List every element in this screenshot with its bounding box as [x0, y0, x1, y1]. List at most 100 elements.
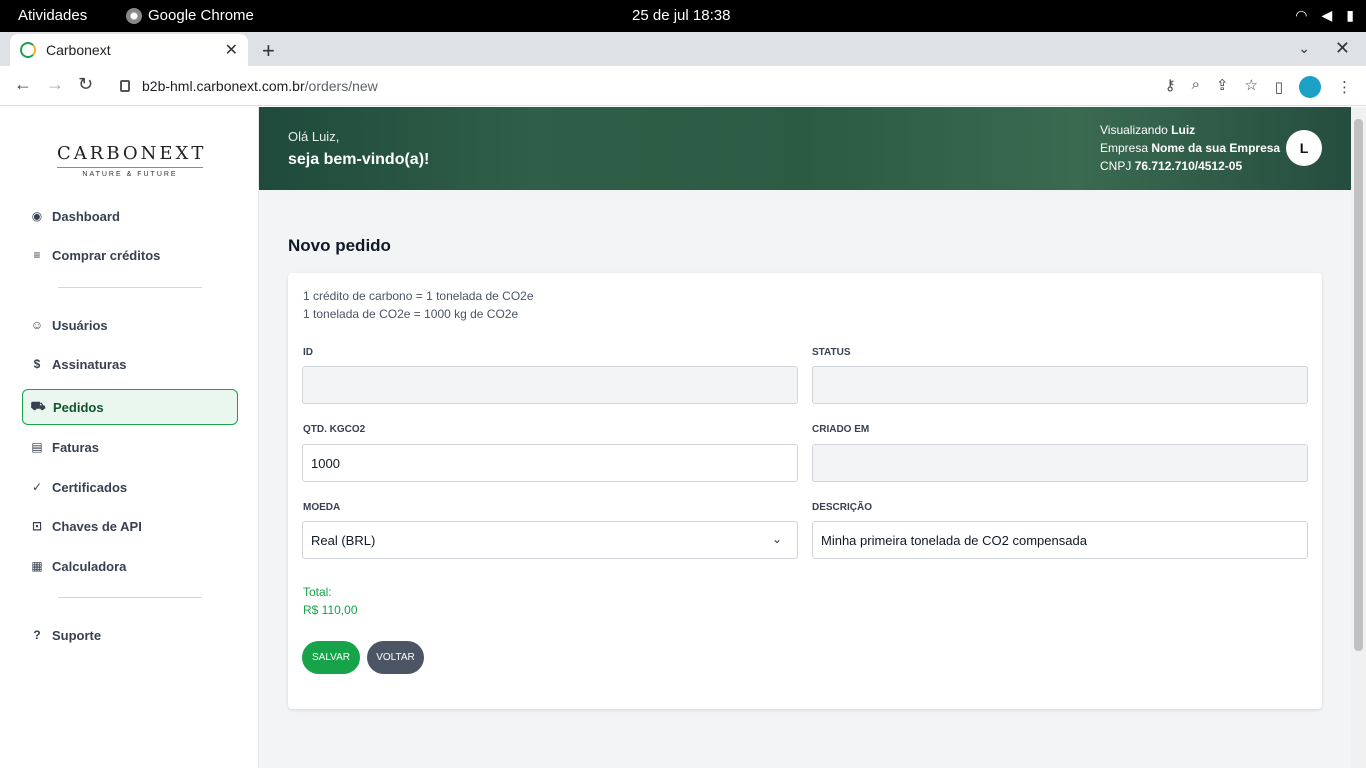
sidebar-item-dashboard[interactable]: ◉ Dashboard	[22, 198, 238, 234]
status-field[interactable]	[812, 366, 1308, 404]
welcome-message: seja bem-vindo(a)!	[288, 151, 430, 168]
sidebar-item-label: Usuários	[52, 317, 108, 333]
users-icon: ☺	[30, 318, 44, 332]
back-arrow-icon[interactable]: ←	[14, 74, 32, 95]
viewing-label: Visualizando	[1100, 123, 1168, 137]
quantity-label: QTD. KGCO2	[303, 424, 366, 435]
currency-select[interactable]: Real (BRL)	[302, 521, 798, 559]
back-button[interactable]: VOLTAR	[367, 641, 424, 674]
browser-toolbar: ← → ↻ b2b-hml.carbonext.com.br/orders/ne…	[0, 66, 1366, 106]
tab-title: Carbonext	[46, 42, 111, 58]
page-scrollbar[interactable]	[1351, 107, 1366, 768]
sidebar-item-invoices[interactable]: ▤ Faturas	[22, 429, 238, 465]
profile-avatar[interactable]	[1299, 76, 1321, 98]
lock-icon[interactable]	[120, 80, 130, 92]
lock-icon: ⊡	[31, 519, 43, 533]
clock[interactable]: 25 de jul 18:38	[632, 7, 730, 24]
greeting: Olá Luiz,	[288, 129, 340, 144]
address-bar[interactable]: b2b-hml.carbonext.com.br/orders/new	[108, 70, 1262, 102]
tab-search-chevron-icon[interactable]: ⌄	[1298, 40, 1310, 57]
user-avatar[interactable]: L	[1286, 130, 1322, 166]
sidebar-item-label: Suporte	[52, 627, 102, 643]
forward-arrow-icon[interactable]: →	[46, 74, 64, 95]
chrome-icon	[126, 7, 142, 24]
sidebar-item-certificates[interactable]: ✓ Certificados	[22, 469, 238, 505]
activities-button[interactable]: Atividades	[18, 7, 87, 24]
sidebar-divider	[58, 287, 202, 288]
os-top-bar: Atividades Google Chrome 25 de jul 18:38…	[0, 0, 1366, 32]
conversion-note: 1 tonelada de CO2e = 1000 kg de CO2e	[303, 307, 519, 321]
system-tray[interactable]: ◠ ◀ ▮	[1295, 7, 1354, 24]
reload-icon[interactable]: ↻	[78, 74, 93, 95]
sidebar-item-label: Comprar créditos	[52, 247, 161, 263]
sidebar-item-label: Assinaturas	[52, 356, 127, 372]
cnpj-value: 76.712.710/4512-05	[1134, 159, 1243, 173]
toolbar-right: ▯ ⋮	[1275, 76, 1352, 98]
conversion-note: 1 crédito de carbono = 1 tonelada de CO2…	[303, 289, 534, 303]
dollar-icon: $	[33, 357, 41, 371]
tab-strip: Carbonext ✕	[0, 32, 1366, 66]
sidebar-item-label: Dashboard	[52, 208, 120, 224]
save-button[interactable]: SALVAR	[302, 641, 360, 674]
cart-icon: ⛟	[30, 399, 46, 413]
chevron-down-icon[interactable]: ⌄	[772, 532, 782, 546]
sidebar-item-label: Calculadora	[52, 558, 127, 574]
menu-kebab-icon[interactable]: ⋮	[1337, 78, 1352, 96]
total-value: R$ 110,00	[303, 603, 358, 617]
viewing-user: Luiz	[1171, 123, 1196, 137]
status-label: STATUS	[812, 347, 851, 358]
currency-label: MOEDA	[303, 502, 341, 513]
app-name: Google Chrome	[148, 7, 254, 24]
carbonext-logo[interactable]: CARBONEXT NATURE & FUTURE	[57, 143, 203, 178]
sidebar-item-calculator[interactable]: ▦ Calculadora	[22, 548, 238, 584]
bookmark-star-icon[interactable]: ☆	[1245, 76, 1258, 94]
database-icon: ≡	[33, 248, 41, 262]
sidebar-item-label: Pedidos	[53, 399, 104, 415]
broadcast-icon: ◉	[31, 209, 43, 223]
sidebar-item-buy-credits[interactable]: ≡ Comprar créditos	[22, 237, 238, 273]
sidebar-divider	[58, 597, 202, 598]
company-name: Nome da sua Empresa	[1151, 141, 1281, 155]
side-panel-icon[interactable]: ▯	[1275, 78, 1283, 96]
sidebar-item-support[interactable]: ? Suporte	[22, 617, 238, 653]
sidebar-item-label: Certificados	[52, 479, 128, 495]
id-field[interactable]	[302, 366, 798, 404]
battery-icon: ▮	[1346, 7, 1354, 23]
zoom-icon[interactable]: ⌕	[1192, 76, 1200, 94]
check-circle-icon: ✓	[31, 480, 43, 494]
sidebar-item-orders[interactable]: ⛟ Pedidos	[22, 389, 238, 425]
key-icon[interactable]: ⚷	[1165, 76, 1176, 94]
document-icon: ▤	[31, 440, 43, 454]
quantity-field[interactable]	[302, 444, 798, 482]
scrollbar-thumb[interactable]	[1354, 119, 1363, 651]
app-menu[interactable]: Google Chrome	[126, 7, 254, 24]
tab-carbonext[interactable]: Carbonext ✕	[10, 34, 248, 66]
url-path: /orders/new	[304, 78, 378, 94]
logo-tagline: NATURE & FUTURE	[82, 171, 178, 178]
id-label: ID	[303, 347, 313, 358]
sidebar-item-users[interactable]: ☺ Usuários	[22, 307, 238, 343]
description-label: DESCRIÇÃO	[812, 502, 873, 513]
sidebar-item-api-keys[interactable]: ⊡ Chaves de API	[22, 508, 238, 544]
page-title: Novo pedido	[288, 236, 391, 255]
url-host: b2b-hml.carbonext.com.br	[142, 78, 305, 94]
volume-icon: ◀	[1321, 7, 1333, 23]
order-form-card	[288, 273, 1322, 709]
cnpj-label: CNPJ	[1100, 159, 1132, 173]
logo-main: CARBONEXT	[57, 143, 203, 168]
description-field[interactable]	[812, 521, 1308, 559]
created-at-field[interactable]	[812, 444, 1308, 482]
help-circle-icon: ?	[33, 628, 41, 642]
carbonext-favicon-icon	[20, 42, 36, 58]
close-tab-icon[interactable]: ✕	[225, 40, 238, 60]
total-label: Total:	[303, 585, 332, 599]
window-close-icon[interactable]: ✕	[1335, 38, 1350, 59]
calculator-icon: ▦	[31, 559, 43, 573]
new-tab-icon[interactable]: +	[262, 38, 275, 64]
currency-selected-value: Real (BRL)	[311, 532, 376, 548]
share-icon[interactable]: ⇪	[1216, 76, 1229, 94]
sidebar-item-label: Faturas	[52, 439, 99, 455]
wifi-icon: ◠	[1295, 7, 1308, 23]
sidebar-item-subscriptions[interactable]: $ Assinaturas	[22, 346, 238, 382]
welcome-banner: Olá Luiz, seja bem-vindo(a)! Visualizand…	[259, 107, 1351, 190]
